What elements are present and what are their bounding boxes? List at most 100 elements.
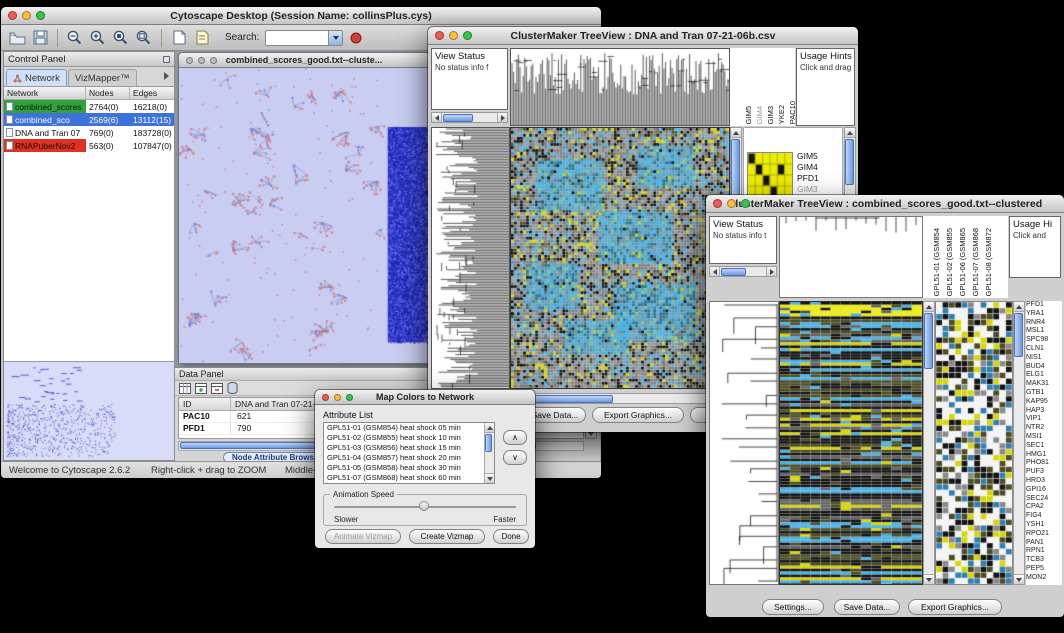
save-session-icon[interactable] — [30, 28, 50, 48]
open-session-icon[interactable] — [7, 28, 27, 48]
column-header[interactable]: Edges — [130, 87, 174, 99]
cluster-vertical-scrollbar[interactable] — [1013, 301, 1025, 585]
scroll-left-icon[interactable] — [710, 267, 720, 276]
action-button[interactable]: Save Data... — [834, 599, 900, 615]
scrollbar-thumb[interactable] — [485, 434, 492, 452]
gene-label[interactable]: ELG1 — [1026, 371, 1062, 380]
search-input[interactable] — [266, 31, 328, 45]
scroll-right-icon[interactable] — [497, 113, 507, 122]
slider-knob[interactable] — [419, 501, 429, 511]
column-dendrogram-canvas[interactable] — [779, 216, 923, 298]
scroll-down-icon[interactable] — [924, 574, 934, 584]
scrollbar-thumb[interactable] — [522, 395, 613, 403]
gene-label[interactable]: GIM5 — [797, 151, 823, 162]
close-button[interactable] — [8, 11, 17, 20]
gene-label[interactable]: TCB3 — [1026, 556, 1062, 565]
scrollbar-thumb[interactable] — [731, 139, 740, 203]
gene-label[interactable]: YRA1 — [1026, 310, 1062, 319]
gene-label[interactable]: GIM4 — [797, 162, 823, 173]
tab-vizmapper[interactable]: VizMapper™ — [68, 69, 137, 86]
gene-label[interactable]: PEP5 — [1026, 565, 1062, 574]
heatmap-canvas[interactable] — [510, 127, 730, 389]
gene-label[interactable]: RNR4 — [1026, 319, 1062, 328]
gene-label[interactable]: SEC24 — [1026, 495, 1062, 504]
scrollbar-thumb[interactable] — [924, 313, 933, 369]
scroll-up-icon[interactable] — [485, 423, 494, 433]
close-button[interactable] — [713, 199, 722, 208]
row-dendrogram-canvas[interactable] — [709, 301, 779, 585]
close-button[interactable] — [322, 394, 329, 401]
scroll-up-icon[interactable] — [845, 128, 855, 138]
heatmap-canvas[interactable] — [779, 301, 923, 585]
action-button[interactable]: Settings... — [762, 599, 824, 615]
annotation-icon[interactable] — [192, 28, 212, 48]
zoom-button[interactable] — [741, 199, 750, 208]
scrollbar-thumb[interactable] — [721, 268, 746, 276]
zoom-selected-icon[interactable] — [111, 28, 131, 48]
heatmap-horizontal-scrollbar[interactable] — [510, 393, 730, 404]
gene-label[interactable]: YSH1 — [1026, 521, 1062, 530]
zoom-button[interactable] — [210, 57, 217, 64]
gene-label[interactable]: VIP1 — [1026, 415, 1062, 424]
gene-label[interactable]: CLN1 — [1026, 345, 1062, 354]
gene-label[interactable]: SPC98 — [1026, 336, 1062, 345]
network-view-titlebar[interactable]: combined_scores_good.txt--cluste... — [179, 53, 429, 68]
dialog-button[interactable]: Create Vizmap — [409, 529, 485, 544]
gene-label[interactable]: KAP95 — [1026, 398, 1062, 407]
gene-label[interactable]: GTB1 — [1026, 389, 1062, 398]
minimize-button[interactable] — [449, 31, 458, 40]
gene-label[interactable]: BUD4 — [1026, 363, 1062, 372]
minimize-button[interactable] — [334, 394, 341, 401]
cluster-heatmap-canvas[interactable] — [935, 301, 1013, 585]
network-snapshot-icon[interactable] — [169, 28, 189, 48]
gene-label[interactable]: GPI16 — [1026, 486, 1062, 495]
column-label[interactable]: GIM5 — [744, 106, 753, 124]
gene-label[interactable]: MSI1 — [1026, 433, 1062, 442]
gene-label[interactable]: FIG4 — [1026, 512, 1062, 521]
gene-label[interactable]: GIM3 — [797, 184, 823, 195]
row-dendrogram-canvas[interactable] — [431, 127, 510, 389]
delete-attribute-icon[interactable] — [211, 383, 223, 394]
scrollbar-track[interactable] — [442, 113, 497, 122]
treeview-titlebar[interactable]: ClusterMaker TreeView : combined_scores_… — [706, 195, 1064, 213]
attribute-list[interactable]: GPL51-01 (GSM854) heat shock 05 min GPL51… — [323, 422, 495, 484]
scrollbar-track[interactable] — [924, 312, 934, 574]
create-attribute-icon[interactable] — [195, 383, 207, 394]
attribute-database-icon[interactable] — [227, 382, 238, 394]
tabs-overflow-icon[interactable] — [164, 72, 169, 80]
scroll-down-icon[interactable] — [1014, 574, 1024, 584]
scrollbar-track[interactable] — [485, 433, 494, 473]
gene-label[interactable]: MON2 — [1026, 574, 1062, 583]
gene-label[interactable]: HAP3 — [1026, 407, 1062, 416]
gene-label[interactable]: PUF3 — [1026, 468, 1062, 477]
attribute-list-item[interactable]: GPL51-01 (GSM854) heat shock 05 min — [325, 423, 483, 433]
network-list-row[interactable]: combined_sco 2569(6) 13112(15) — [4, 113, 174, 126]
column-header[interactable]: ID — [179, 398, 231, 410]
column-label[interactable]: GPL51-02 (GSM855 — [945, 228, 954, 296]
column-label[interactable]: YKE2 — [777, 105, 786, 124]
scrollbar-track[interactable] — [1014, 312, 1024, 574]
cytoscape-titlebar[interactable]: Cytoscape Desktop (Session Name: collins… — [1, 7, 601, 25]
scrollbar-thumb[interactable] — [443, 114, 473, 122]
gene-label[interactable]: HRD3 — [1026, 477, 1062, 486]
dendrogram-mini-scrollbar[interactable] — [431, 112, 508, 123]
attribute-list-item[interactable]: GPL51-04 (GSM857) heat shock 20 min — [325, 453, 483, 463]
scrollbar-thumb[interactable] — [1014, 313, 1023, 357]
scroll-down-icon[interactable] — [485, 473, 494, 483]
scrollbar-thumb[interactable] — [845, 139, 854, 185]
zoom-out-icon[interactable] — [65, 28, 85, 48]
zoom-button[interactable] — [346, 394, 353, 401]
dialog-button[interactable]: Animate Vizmap — [325, 529, 401, 544]
network-list-row[interactable]: DNA and Tran 07 769(0) 183728(0) — [4, 126, 174, 139]
scroll-up-icon[interactable] — [731, 128, 741, 138]
vizmapper-icon[interactable] — [346, 28, 366, 48]
scrollbar-track[interactable] — [521, 394, 719, 403]
close-button[interactable] — [186, 57, 193, 64]
tab-network[interactable]: Network — [6, 69, 67, 86]
gene-label[interactable]: RPN1 — [1026, 547, 1062, 556]
action-button[interactable]: Export Graphics... — [908, 599, 1002, 615]
zoom-button[interactable] — [36, 11, 45, 20]
column-label[interactable]: GPL51-08 (GSM872 — [984, 228, 993, 296]
minimize-button[interactable] — [198, 57, 205, 64]
gene-label[interactable]: MAK31 — [1026, 380, 1062, 389]
